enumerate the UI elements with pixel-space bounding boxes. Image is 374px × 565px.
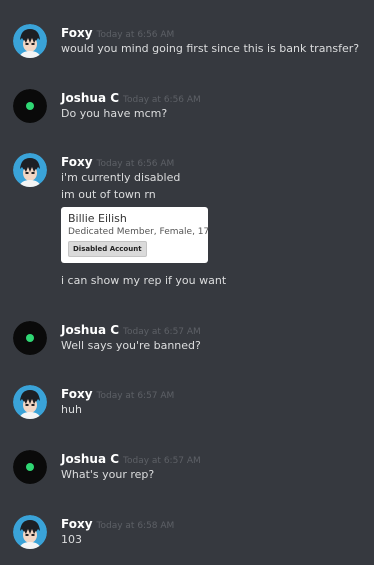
joshua-avatar-icon[interactable]: [13, 321, 47, 355]
message-text: i'm currently disabled: [61, 171, 181, 184]
foxy-avatar-icon[interactable]: [13, 385, 47, 419]
chat-log: Foxy Today at 6:56 AM would you mind goin…: [0, 0, 374, 565]
timestamp: Today at 6:56 AM: [123, 95, 201, 105]
username[interactable]: Joshua C: [61, 323, 119, 337]
username[interactable]: Joshua C: [61, 452, 119, 466]
message-text: huh: [61, 403, 82, 416]
username[interactable]: Foxy: [61, 26, 93, 40]
joshua-avatar-icon[interactable]: [13, 450, 47, 484]
card-profile-subtitle: Dedicated Member, Female, 17: [68, 227, 210, 237]
timestamp: Today at 6:56 AM: [96, 159, 175, 169]
card-profile-name: Billie Eilish: [68, 212, 127, 225]
message-text: Well says you're banned?: [61, 339, 201, 352]
username[interactable]: Foxy: [61, 155, 93, 169]
username[interactable]: Joshua C: [61, 91, 119, 105]
foxy-avatar-icon[interactable]: [13, 153, 47, 187]
timestamp: Today at 6:57 AM: [96, 391, 175, 401]
message-text: i can show my rep if you want: [61, 274, 227, 287]
username[interactable]: Foxy: [61, 517, 93, 531]
timestamp: Today at 6:57 AM: [123, 456, 201, 466]
message-text: Do you have mcm?: [61, 107, 168, 120]
message-text: 103: [61, 533, 82, 546]
timestamp: Today at 6:56 AM: [96, 30, 175, 40]
foxy-avatar-icon[interactable]: [13, 515, 47, 549]
username[interactable]: Foxy: [61, 387, 93, 401]
message-text: What's your rep?: [61, 468, 155, 481]
message-text: would you mind going first since this is…: [61, 42, 360, 55]
joshua-avatar-icon[interactable]: [13, 89, 47, 123]
timestamp: Today at 6:58 AM: [96, 521, 175, 531]
foxy-avatar-icon[interactable]: [13, 24, 47, 58]
message-text: im out of town rn: [61, 188, 156, 201]
timestamp: Today at 6:57 AM: [123, 327, 201, 337]
disabled-account-badge: Disabled Account: [68, 241, 147, 257]
profile-screenshot-card[interactable]: Billie Eilish Dedicated Member, Female, …: [61, 207, 210, 263]
